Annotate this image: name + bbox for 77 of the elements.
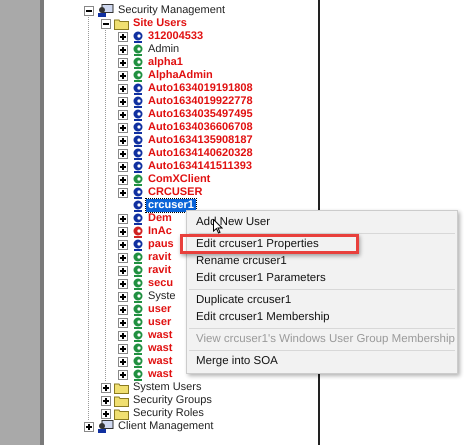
tree-item[interactable]: ComXClient bbox=[146, 173, 212, 186]
tree-item[interactable]: Auto1634036606708 bbox=[146, 121, 255, 134]
expand-toggle[interactable] bbox=[118, 318, 128, 328]
tree-item[interactable]: ravit bbox=[146, 264, 174, 277]
expand-toggle[interactable] bbox=[118, 44, 128, 54]
tree-item[interactable]: crcuser1 bbox=[146, 199, 196, 212]
expand-toggle[interactable] bbox=[118, 240, 128, 250]
expand-toggle[interactable] bbox=[118, 174, 128, 184]
tree-item[interactable]: System Users bbox=[131, 381, 204, 394]
tree-item[interactable]: wast bbox=[146, 329, 174, 342]
tree-item[interactable]: Auto1634019922778 bbox=[146, 95, 255, 108]
expand-toggle[interactable] bbox=[101, 382, 111, 392]
expand-toggle[interactable] bbox=[118, 344, 128, 354]
tree-item[interactable]: Dem bbox=[146, 212, 174, 225]
expand-toggle[interactable] bbox=[118, 188, 128, 198]
tree-item[interactable]: Auto1634140620328 bbox=[146, 147, 255, 160]
tree-item[interactable]: AlphaAdmin bbox=[146, 69, 215, 82]
folder-icon bbox=[114, 382, 129, 394]
expand-toggle[interactable] bbox=[118, 278, 128, 288]
tree-item[interactable]: user bbox=[146, 303, 174, 316]
folder-icon bbox=[114, 394, 129, 406]
tree-item[interactable]: wast bbox=[146, 342, 174, 355]
tree-item[interactable]: wast bbox=[146, 368, 174, 381]
folder-icon bbox=[114, 18, 129, 30]
expand-toggle[interactable] bbox=[118, 356, 128, 366]
tree-item[interactable]: Syste bbox=[146, 290, 178, 303]
expand-toggle[interactable] bbox=[118, 214, 128, 224]
menu-item[interactable]: Rename crcuser1 bbox=[187, 253, 457, 270]
tree-item[interactable]: Security Groups bbox=[131, 394, 214, 407]
tree-item[interactable]: Client Management bbox=[116, 420, 216, 433]
menu-item[interactable]: Merge into SOA bbox=[187, 353, 457, 370]
menu-item[interactable]: Edit crcuser1 Membership bbox=[187, 309, 457, 326]
tree-item[interactable]: Security Roles bbox=[131, 407, 206, 420]
expand-toggle[interactable] bbox=[118, 84, 128, 94]
tree-item[interactable]: Site Users bbox=[131, 17, 189, 30]
expand-toggle[interactable] bbox=[118, 110, 128, 120]
expand-toggle[interactable] bbox=[118, 330, 128, 340]
tree-item[interactable]: Auto1634035497495 bbox=[146, 108, 255, 121]
tree-item[interactable]: CRCUSER bbox=[146, 186, 204, 199]
expand-toggle[interactable] bbox=[118, 136, 128, 146]
expand-toggle[interactable] bbox=[101, 408, 111, 418]
expand-toggle[interactable] bbox=[118, 58, 128, 68]
expand-toggle[interactable] bbox=[118, 370, 128, 380]
expand-toggle[interactable] bbox=[118, 96, 128, 106]
tree-item[interactable]: alpha1 bbox=[146, 56, 185, 69]
expand-toggle[interactable] bbox=[118, 304, 128, 314]
collapse-toggle[interactable] bbox=[84, 6, 94, 16]
tree-item[interactable]: paus bbox=[146, 238, 176, 251]
tree-item[interactable]: InAc bbox=[146, 225, 174, 238]
tree-item[interactable]: wast bbox=[146, 355, 174, 368]
expand-toggle[interactable] bbox=[118, 32, 128, 42]
expand-toggle[interactable] bbox=[118, 162, 128, 172]
expand-toggle[interactable] bbox=[118, 252, 128, 262]
collapse-toggle[interactable] bbox=[101, 18, 111, 28]
tree-item[interactable]: 312004533 bbox=[146, 30, 206, 43]
expand-toggle[interactable] bbox=[84, 422, 94, 432]
tree-item[interactable]: user bbox=[146, 316, 174, 329]
expand-toggle[interactable] bbox=[118, 226, 128, 236]
tree-item[interactable]: Auto1634019191808 bbox=[146, 82, 255, 95]
menu-item[interactable]: Duplicate crcuser1 bbox=[187, 292, 457, 309]
expand-toggle[interactable] bbox=[118, 148, 128, 158]
tree-item[interactable]: secu bbox=[146, 277, 176, 290]
expand-toggle[interactable] bbox=[118, 266, 128, 276]
tree-item[interactable]: Auto1634141511393 bbox=[146, 160, 254, 173]
expand-toggle[interactable] bbox=[118, 70, 128, 80]
expand-toggle[interactable] bbox=[101, 396, 111, 406]
menu-item[interactable]: Edit crcuser1 Parameters bbox=[187, 270, 457, 287]
tree-item[interactable]: Admin bbox=[146, 43, 182, 56]
expand-toggle[interactable] bbox=[118, 292, 128, 302]
tree-item[interactable]: Auto1634135908187 bbox=[146, 134, 255, 147]
folder-icon bbox=[114, 408, 129, 420]
computer-users-icon bbox=[97, 420, 114, 433]
tree-item[interactable]: ravit bbox=[146, 251, 174, 264]
expand-toggle[interactable] bbox=[118, 122, 128, 132]
computer-users-icon bbox=[97, 4, 114, 17]
menu-item[interactable]: Edit crcuser1 Properties bbox=[187, 236, 457, 253]
tree-item[interactable]: Security Management bbox=[116, 4, 227, 17]
